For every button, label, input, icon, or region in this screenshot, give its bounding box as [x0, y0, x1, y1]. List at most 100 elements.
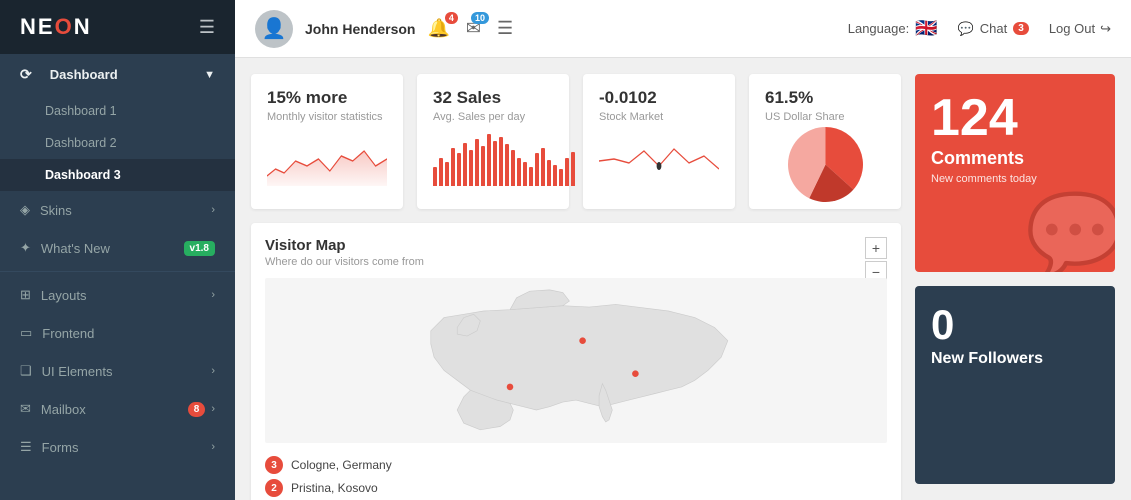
- bar: [439, 158, 443, 186]
- forms-label: Forms: [42, 440, 79, 455]
- main-content: 👤 John Henderson 🔔 4 ✉ 10 ☰ Language: 🇬�: [235, 0, 1131, 500]
- bar: [499, 137, 503, 186]
- ui-elements-label: UI Elements: [42, 364, 113, 379]
- logout-button[interactable]: Log Out ↪: [1049, 21, 1111, 37]
- language-selector[interactable]: Language: 🇬🇧: [848, 18, 938, 39]
- bar: [553, 165, 557, 186]
- bar: [541, 148, 545, 186]
- bar: [529, 167, 533, 186]
- bar: [493, 141, 497, 186]
- sales-chart: [433, 131, 553, 186]
- tasks-button[interactable]: ☰: [497, 18, 513, 39]
- sidebar-item-dashboard1[interactable]: Dashboard 1: [0, 95, 235, 127]
- whats-new-badge: v1.8: [184, 241, 215, 256]
- sidebar-item-forms[interactable]: ☰ Forms ›: [0, 428, 235, 466]
- sidebar-section-dashboard[interactable]: ⟳ Dashboard ▼: [0, 54, 235, 95]
- logo-text: NEON: [20, 14, 92, 40]
- map-card: Visitor Map Where do our visitors come f…: [251, 223, 901, 500]
- map-title: Visitor Map: [265, 237, 887, 254]
- loc-label-cologne: Cologne, Germany: [291, 458, 392, 472]
- map-body: [265, 278, 887, 448]
- avatar: 👤: [255, 10, 293, 48]
- sidebar-item-frontend[interactable]: ▭ Frontend: [0, 314, 235, 352]
- bar: [463, 143, 467, 186]
- stock-chart: [599, 131, 719, 186]
- mail-badge: 10: [471, 12, 489, 24]
- mail-button[interactable]: ✉ 10: [466, 18, 481, 39]
- logo: NEON ☰: [0, 0, 235, 54]
- bar: [571, 152, 575, 186]
- header-left: 👤 John Henderson 🔔 4 ✉ 10 ☰: [255, 10, 513, 48]
- comments-label: Comments: [931, 148, 1099, 169]
- content-right: 124 Comments New comments today 💬 0 New …: [915, 74, 1115, 484]
- visitors-sub: Monthly visitor statistics: [267, 111, 387, 123]
- whats-new-icon: ✦: [20, 240, 31, 256]
- loc-num-pristina: 2: [265, 479, 283, 497]
- sidebar-dashboard-label: Dashboard: [50, 67, 118, 82]
- visitors-chart: [267, 131, 387, 186]
- bar: [433, 167, 437, 186]
- loc-label-pristina: Pristina, Kosovo: [291, 481, 378, 495]
- stock-title: -0.0102: [599, 88, 719, 108]
- map-zoom-in-button[interactable]: +: [865, 237, 887, 259]
- bar: [535, 153, 539, 186]
- stat-card-visitors: 15% more Monthly visitor statistics: [251, 74, 403, 209]
- chat-label: Chat: [980, 21, 1007, 36]
- bar: [517, 158, 521, 186]
- chat-count: 3: [1013, 22, 1029, 35]
- followers-label: New Followers: [931, 350, 1099, 368]
- sidebar-item-dashboard2[interactable]: Dashboard 2: [0, 127, 235, 159]
- bar: [523, 162, 527, 186]
- comments-number: 124: [931, 92, 1099, 144]
- whats-new-label: What's New: [41, 241, 110, 256]
- chat-button[interactable]: 💬 Chat 3: [958, 21, 1029, 37]
- bar: [475, 139, 479, 186]
- layouts-label: Layouts: [41, 288, 87, 303]
- bar: [469, 150, 473, 186]
- comments-card: 124 Comments New comments today 💬: [915, 74, 1115, 272]
- stat-cards: 15% more Monthly visitor statistics: [251, 74, 901, 209]
- visitors-title: 15% more: [267, 88, 387, 108]
- sidebar-item-dashboard3[interactable]: Dashboard 3: [0, 159, 235, 191]
- mailbox-label: Mailbox: [41, 402, 86, 417]
- stat-card-stock: -0.0102 Stock Market: [583, 74, 735, 209]
- flag-icon: 🇬🇧: [915, 18, 937, 39]
- dollar-title: 61.5%: [765, 88, 885, 108]
- bar: [487, 134, 491, 186]
- mailbox-icon: ✉: [20, 401, 31, 417]
- skins-arrow-icon: ›: [211, 204, 215, 216]
- layouts-icon: ⊞: [20, 287, 31, 303]
- bar: [559, 169, 563, 186]
- bar: [457, 153, 461, 186]
- sidebar-item-mailbox[interactable]: ✉ Mailbox 8 ›: [0, 390, 235, 428]
- stock-sub: Stock Market: [599, 111, 719, 123]
- skins-label: Skins: [40, 203, 72, 218]
- sidebar-item-layouts[interactable]: ⊞ Layouts ›: [0, 276, 235, 314]
- sidebar-item-ui-elements[interactable]: ❑ UI Elements ›: [0, 352, 235, 390]
- bar: [565, 158, 569, 186]
- comments-sub: New comments today: [931, 173, 1099, 185]
- ui-elements-arrow-icon: ›: [211, 365, 215, 377]
- sidebar-item-skins[interactable]: ◈ Skins ›: [0, 191, 235, 229]
- map-sub: Where do our visitors come from: [265, 256, 887, 268]
- content-left: 15% more Monthly visitor statistics: [251, 74, 901, 484]
- ui-elements-icon: ❑: [20, 363, 32, 379]
- dashboard-icon: ⟳: [20, 66, 32, 83]
- bar: [481, 146, 485, 186]
- map-locations: 3 Cologne, Germany 2 Pristina, Kosovo 1 …: [265, 456, 887, 500]
- notifications-button[interactable]: 🔔 4: [427, 18, 449, 39]
- bar: [511, 150, 515, 186]
- skins-icon: ◈: [20, 202, 30, 218]
- mailbox-badge: 8: [188, 402, 206, 417]
- sidebar-item-whats-new[interactable]: ✦ What's New v1.8: [0, 229, 235, 267]
- header: 👤 John Henderson 🔔 4 ✉ 10 ☰ Language: 🇬�: [235, 0, 1131, 58]
- followers-number: 0: [931, 304, 1099, 346]
- bar: [547, 160, 551, 186]
- hamburger-button[interactable]: ☰: [199, 17, 215, 38]
- bottom-row: Visitor Map Where do our visitors come f…: [251, 223, 901, 500]
- content-area: 15% more Monthly visitor statistics: [235, 58, 1131, 500]
- header-icons: 🔔 4 ✉ 10 ☰: [427, 18, 513, 39]
- header-username: John Henderson: [305, 21, 415, 37]
- layouts-arrow-icon: ›: [211, 289, 215, 301]
- logout-label: Log Out: [1049, 21, 1095, 36]
